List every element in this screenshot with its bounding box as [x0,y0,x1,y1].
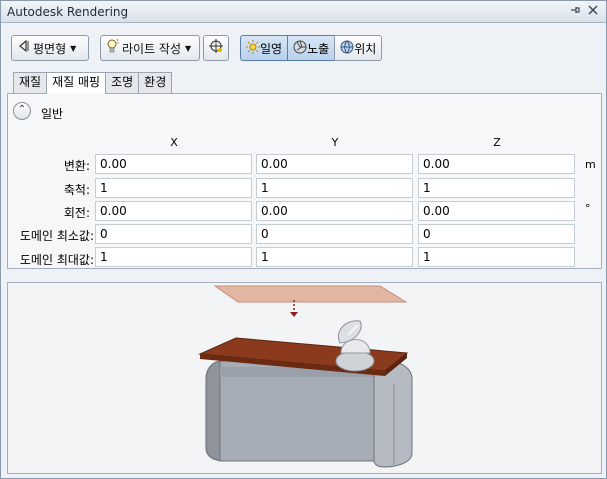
crosshair-button[interactable] [203,35,229,61]
domain-max-z-input[interactable]: 1 [418,247,575,267]
tab-environment[interactable]: 환경 [138,72,173,93]
column-header-z: Z [493,136,501,149]
window-title: Autodesk Rendering [7,5,129,19]
domain-min-y-input[interactable]: 0 [256,224,413,244]
scale-x-input[interactable]: 1 [95,178,252,198]
create-light-button[interactable]: 라이트 작성 ▼ [100,35,200,61]
column-header-x: X [170,136,178,149]
toolbar: 평면형 ▼ 라이트 작성 ▼ 일영 노출 위치 [1,24,606,68]
tab-material[interactable]: 재질 [13,72,48,93]
mapping-panel: ⌃ 일반 X Y Z 변환: 0.00 0.00 0.00 m 축척: 1 1 … [7,93,602,269]
location-mode-label: 위치 [354,41,377,56]
domain-min-x-input[interactable]: 0 [95,224,252,244]
tab-bar: 재질 재질 매핑 조명 환경 [13,72,173,94]
chevron-up-icon[interactable]: ⌃ [13,102,31,120]
preview-scene [198,285,413,468]
close-icon[interactable] [585,4,601,20]
chevron-down-icon: ▼ [70,43,77,53]
transform-y-input[interactable]: 0.00 [256,154,413,174]
row-label-domain-max: 도메인 최대값: [19,253,94,267]
rotation-unit: ° [585,202,591,215]
projection-plane [213,285,408,303]
projection-arrow-head [290,312,298,317]
column-header-y: Y [331,136,339,149]
aperture-icon [293,40,307,57]
sun-mode-button[interactable]: 일영 [240,35,288,61]
view-dropdown-button[interactable]: 평면형 ▼ [11,35,89,61]
row-label-transform: 변환: [63,159,90,173]
row-label-domain-min: 도메인 최소값: [19,229,94,243]
domain-min-z-input[interactable]: 0 [418,224,575,244]
rendering-window: Autodesk Rendering 평면형 ▼ 라이트 작성 ▼ 일영 노출 … [0,0,607,479]
domain-max-y-input[interactable]: 1 [256,247,413,267]
transform-unit: m [585,158,596,171]
cabinet-right-end [373,360,413,468]
title-bar: Autodesk Rendering [1,1,606,23]
location-mode-button[interactable]: 위치 [334,35,383,61]
chevron-down-icon: ▼ [185,43,192,53]
sun-mode-label: 일영 [260,41,283,56]
sun-icon [246,39,260,57]
view-dropdown-label: 평면형 [33,41,67,56]
transform-z-input[interactable]: 0.00 [418,154,575,174]
crosshair-icon [207,38,225,58]
rotation-y-input[interactable]: 0.00 [256,201,413,221]
pin-icon[interactable] [567,4,583,20]
rotation-z-input[interactable]: 0.00 [418,201,575,221]
row-label-scale: 축척: [63,183,90,197]
lightbulb-icon [104,38,122,58]
rotation-x-input[interactable]: 0.00 [95,201,252,221]
section-label: 일반 [41,107,64,121]
globe-icon [340,40,354,57]
exposure-mode-button[interactable]: 노출 [287,35,335,61]
row-label-rotation: 회전: [63,206,90,220]
tab-material-mapping[interactable]: 재질 매핑 [46,72,107,94]
exposure-mode-label: 노출 [307,41,330,56]
mode-segment: 일영 노출 위치 [240,35,383,61]
arrow-left-icon [15,39,33,57]
scale-y-input[interactable]: 1 [256,178,413,198]
gizmo-base [335,350,375,372]
tab-lighting[interactable]: 조명 [105,72,140,93]
scale-z-input[interactable]: 1 [418,178,575,198]
transform-x-input[interactable]: 0.00 [95,154,252,174]
create-light-label: 라이트 작성 [122,41,182,56]
mapping-preview[interactable] [7,282,602,474]
domain-max-x-input[interactable]: 1 [95,247,252,267]
